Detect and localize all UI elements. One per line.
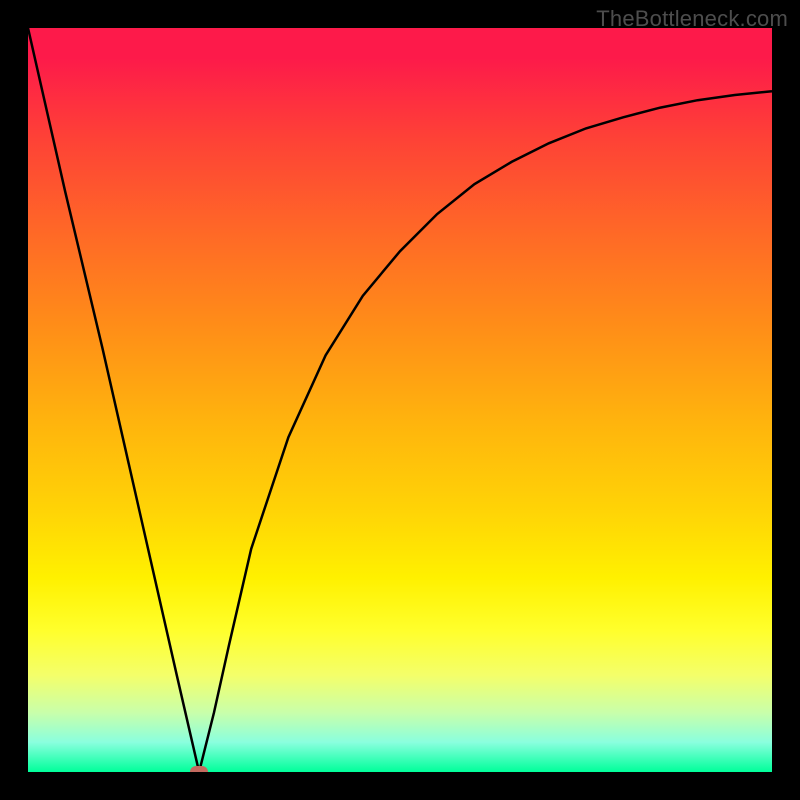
watermark-text: TheBottleneck.com xyxy=(596,6,788,32)
chart-frame: TheBottleneck.com xyxy=(0,0,800,800)
plot-area xyxy=(28,28,772,772)
optimal-point-marker xyxy=(190,766,208,772)
bottleneck-curve xyxy=(28,28,772,772)
